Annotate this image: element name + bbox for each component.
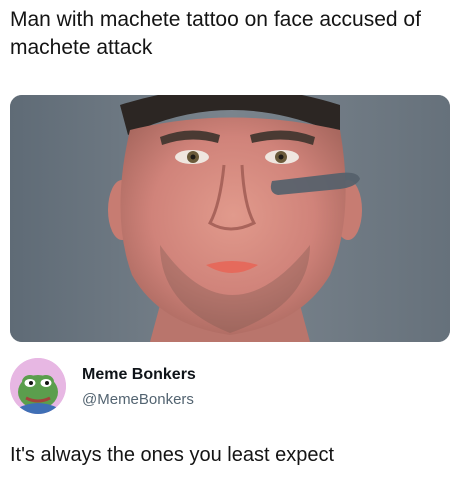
pepe-frog-avatar-icon[interactable] <box>10 358 66 414</box>
tweet-author[interactable]: Meme Bonkers @MemeBonkers <box>10 354 450 418</box>
mugshot-photo[interactable] <box>10 95 450 342</box>
author-name[interactable]: Meme Bonkers <box>82 366 196 384</box>
author-handle[interactable]: @MemeBonkers <box>82 391 194 408</box>
post-headline: Man with machete tattoo on face accused … <box>10 8 421 59</box>
tweet-text: It's always the ones you least expect <box>10 444 334 466</box>
